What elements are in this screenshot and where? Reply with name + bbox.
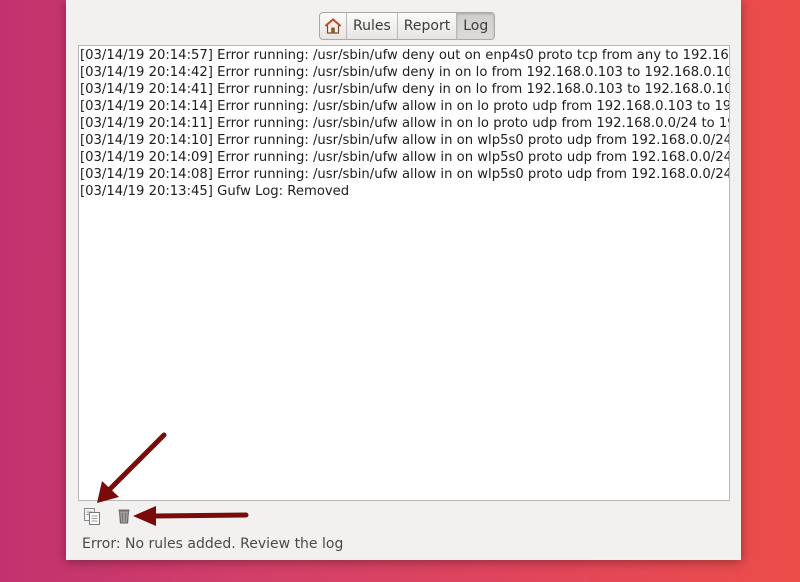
home-icon [324,18,342,34]
view-switcher: Rules Report Log [319,12,496,40]
tab-report[interactable]: Report [396,13,456,39]
status-message: Error: No rules added. Review the log [82,536,344,552]
tab-log[interactable]: Log [456,13,495,39]
tab-rules[interactable]: Rules [346,13,397,39]
copy-log-icon [84,508,100,525]
log-textview[interactable]: [03/14/19 20:14:57] Error running: /usr/… [78,45,730,501]
log-line: [03/14/19 20:14:08] Error running: /usr/… [80,167,730,182]
tab-home[interactable] [320,13,346,39]
log-line: [03/14/19 20:14:41] Error running: /usr/… [80,82,730,97]
log-line: [03/14/19 20:14:42] Error running: /usr/… [80,65,730,80]
log-line: [03/14/19 20:14:10] Error running: /usr/… [80,133,730,148]
copy-log-button[interactable] [83,507,101,525]
log-line: [03/14/19 20:13:45] Gufw Log: Removed [80,184,350,199]
gufw-window: Rules Report Log [03/14/19 20:14:57] Err… [66,0,741,560]
log-line: [03/14/19 20:14:14] Error running: /usr/… [80,99,730,114]
log-line: [03/14/19 20:14:09] Error running: /usr/… [80,150,730,165]
log-line: [03/14/19 20:14:57] Error running: /usr/… [80,48,730,63]
clear-log-button[interactable] [115,507,133,525]
log-line: [03/14/19 20:14:11] Error running: /usr/… [80,116,730,131]
clear-log-icon [118,509,130,524]
